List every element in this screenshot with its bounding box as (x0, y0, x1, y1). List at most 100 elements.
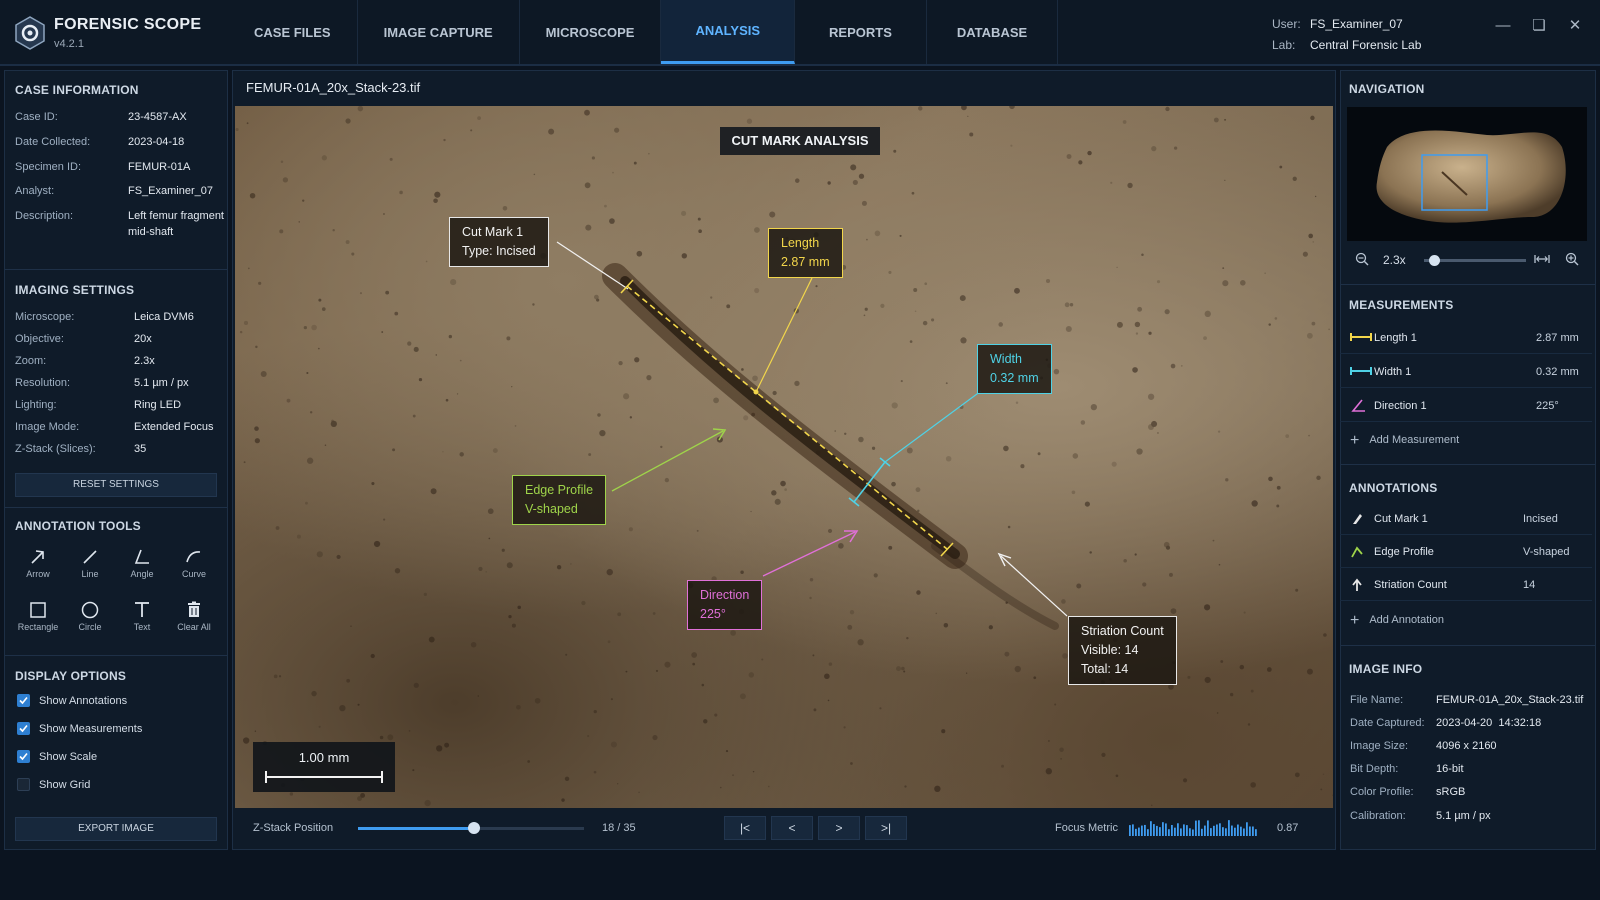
focus-metric-histogram (1129, 820, 1257, 836)
first-slice-button[interactable]: |< (724, 816, 766, 840)
bone-thumbnail-icon (1376, 130, 1566, 223)
zstack-slider-handle[interactable] (468, 822, 481, 834)
close-icon[interactable]: ✕ (1565, 16, 1585, 36)
navigation-thumbnail[interactable] (1347, 107, 1587, 241)
top-bar: FORENSIC SCOPE v4.2.1 CASE FILES IMAGE C… (0, 0, 1600, 66)
app-logo-icon (15, 16, 45, 50)
navigation-zoom-slider[interactable] (1424, 255, 1526, 266)
tab-database[interactable]: DATABASE (927, 0, 1059, 64)
next-slice-button[interactable]: > (818, 816, 860, 840)
plus-icon: + (1350, 612, 1360, 629)
checkbox-checked-icon (17, 694, 30, 707)
app-name: FORENSIC SCOPE (54, 16, 202, 33)
striation-arrow-icon (1352, 578, 1362, 591)
curve-icon (186, 551, 201, 563)
previous-slice-button[interactable]: < (771, 816, 813, 840)
tab-case-files[interactable]: CASE FILES (228, 0, 358, 64)
circle-icon (81, 601, 99, 619)
image-info-title: IMAGE INFO (1349, 662, 1423, 676)
zstack-slider-fill (358, 827, 475, 830)
length-measure-icon (1350, 333, 1372, 341)
circle-tool[interactable]: Circle (67, 594, 113, 640)
angle-tool[interactable]: Angle (119, 541, 165, 587)
annotation-row-edge-profile[interactable]: Edge Profile V-shaped (1340, 536, 1592, 568)
edge-profile-label[interactable]: Edge Profile V-shaped (512, 475, 607, 525)
restore-icon[interactable]: ❏ (1529, 16, 1549, 36)
clear-all-tool[interactable]: Clear All (171, 594, 217, 640)
tab-microscope[interactable]: MICROSCOPE (520, 0, 662, 64)
cut-mark-analysis-title: CUT MARK ANALYSIS (720, 127, 880, 155)
lab-value: Central Forensic Lab (1310, 38, 1422, 52)
angle-icon (134, 549, 149, 564)
tab-analysis[interactable]: ANALYSIS (661, 0, 796, 64)
cut-mark-label[interactable]: Cut Mark 1 Type: Incised (449, 217, 549, 267)
reset-settings-button[interactable]: RESET SETTINGS (15, 473, 217, 497)
add-measurement-button[interactable]: + Add Measurement (1350, 432, 1459, 450)
checkbox-checked-icon (17, 750, 30, 763)
user-info: User: FS_Examiner_07 Lab: Central Forensic… (1272, 14, 1421, 56)
measurement-row-width[interactable]: Width 1 0.32 mm (1340, 356, 1592, 388)
user-value: FS_Examiner_07 (1310, 17, 1403, 31)
annotations-title: ANNOTATIONS (1349, 481, 1438, 495)
app-version: v4.2.1 (54, 38, 84, 50)
text-icon (135, 602, 149, 617)
tab-reports[interactable]: REPORTS (795, 0, 927, 64)
length-label[interactable]: Length 2.87 mm (768, 228, 843, 278)
rectangle-tool[interactable]: Rectangle (15, 594, 61, 640)
user-label: User: (1272, 17, 1301, 31)
fit-to-view-icon[interactable] (1534, 252, 1550, 271)
export-image-button[interactable]: EXPORT IMAGE (15, 817, 217, 841)
line-tool[interactable]: Line (67, 541, 113, 587)
arrow-tool[interactable]: Arrow (15, 541, 61, 587)
plus-icon: + (1350, 432, 1360, 449)
measurement-row-length[interactable]: Length 1 2.87 mm (1340, 322, 1592, 354)
microscope-image[interactable]: Cut Mark 1 Type: Incised Length 2.87 mm Wi… (235, 106, 1333, 808)
zstack-bar: Z-Stack Position 18 / 35 |< < > >| Focus… (235, 810, 1333, 846)
direction-label[interactable]: Direction 225° (687, 580, 763, 630)
zstack-slider[interactable] (358, 822, 584, 834)
annotation-overlay (556, 241, 1068, 617)
trash-icon (188, 601, 200, 617)
scale-bar-label: 1.00 mm (298, 750, 350, 765)
minimize-icon[interactable]: — (1493, 16, 1513, 36)
zoom-in-icon[interactable] (1565, 252, 1579, 271)
width-measure-icon (1350, 367, 1372, 375)
zstack-label: Z-Stack Position (253, 822, 334, 834)
striation-count-label[interactable]: Striation Count Visible: 14 Total: 14 (1068, 616, 1177, 685)
measurement-row-direction[interactable]: Direction 1 225° (1340, 390, 1592, 422)
app-window: FORENSIC SCOPE v4.2.1 CASE FILES IMAGE C… (0, 0, 1600, 900)
show-measurements-checkbox[interactable]: Show Measurements (17, 722, 142, 735)
display-options-title: DISPLAY OPTIONS (15, 669, 127, 683)
imaging-settings-title: IMAGING SETTINGS (15, 283, 135, 297)
show-scale-checkbox[interactable]: Show Scale (17, 750, 97, 763)
curve-tool[interactable]: Curve (171, 541, 217, 587)
focus-metric-label: Focus Metric (1055, 822, 1118, 834)
case-info-title: CASE INFORMATION (15, 83, 139, 97)
annotation-row-cut-mark[interactable]: Cut Mark 1 Incised (1340, 503, 1592, 535)
zoom-out-icon[interactable] (1355, 252, 1369, 271)
show-annotations-checkbox[interactable]: Show Annotations (17, 694, 127, 707)
annotation-row-striation-count[interactable]: Striation Count 14 (1340, 569, 1592, 601)
show-grid-checkbox[interactable]: Show Grid (17, 778, 90, 791)
line-icon (83, 550, 97, 564)
arrow-icon (31, 550, 44, 564)
lab-label: Lab: (1272, 38, 1296, 52)
scale-bar: 1.00 mm (253, 742, 395, 792)
focus-metric-value: 0.87 (1277, 822, 1299, 834)
checkbox-checked-icon (17, 722, 30, 735)
scale-bar-line (265, 771, 383, 783)
image-filename: FEMUR-01A_20x_Stack-23.tif (246, 80, 421, 95)
direction-angle-icon (1351, 399, 1365, 412)
rectangle-icon (30, 602, 46, 618)
tab-image-capture[interactable]: IMAGE CAPTURE (358, 0, 520, 64)
width-label[interactable]: Width 0.32 mm (977, 344, 1052, 394)
main-nav: CASE FILES IMAGE CAPTURE MICROSCOPE ANAL… (228, 0, 1059, 66)
last-slice-button[interactable]: >| (865, 816, 907, 840)
text-tool[interactable]: Text (119, 594, 165, 640)
edge-profile-icon (1351, 546, 1363, 558)
add-annotation-button[interactable]: + Add Annotation (1350, 612, 1444, 630)
checkbox-unchecked-icon (17, 778, 30, 791)
navigation-title: NAVIGATION (1349, 82, 1425, 96)
zstack-position: 18 / 35 (602, 822, 636, 834)
cut-mark-icon (1353, 514, 1362, 524)
